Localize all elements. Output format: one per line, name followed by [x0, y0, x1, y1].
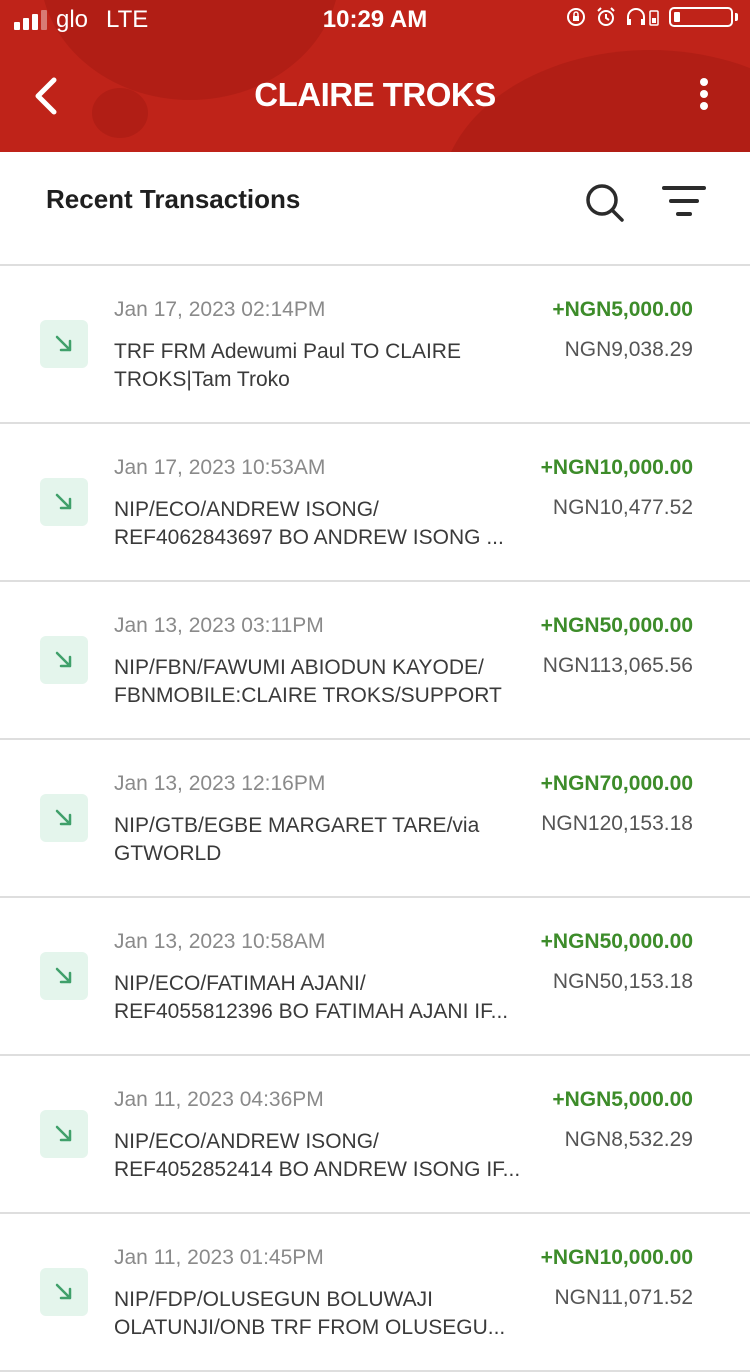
transaction-amount: +NGN10,000.00 — [540, 456, 693, 479]
transaction-row[interactable]: Jan 11, 2023 04:36PM NIP/ECO/ANDREW ISON… — [0, 1056, 750, 1214]
transaction-description: NIP/FBN/FAWUMI ABIODUN KAYODE/ FBNMOBILE… — [114, 656, 502, 707]
battery-cap — [735, 13, 738, 21]
transaction-row[interactable]: Jan 13, 2023 12:16PM NIP/GTB/EGBE MARGAR… — [0, 740, 750, 898]
transaction-amount: +NGN70,000.00 — [540, 772, 693, 795]
transaction-balance: NGN113,065.56 — [542, 654, 693, 677]
credit-arrow-icon — [40, 1268, 88, 1316]
section-header: Recent Transactions — [0, 152, 750, 264]
transaction-row[interactable]: Jan 17, 2023 02:14PM TRF FRM Adewumi Pau… — [0, 266, 750, 424]
transaction-date: Jan 11, 2023 04:36PM — [114, 1088, 324, 1111]
more-options-button[interactable] — [694, 78, 714, 114]
filter-button[interactable] — [660, 182, 708, 222]
transaction-amount: +NGN10,000.00 — [540, 1246, 693, 1269]
alarm-icon — [597, 7, 615, 26]
transaction-row[interactable]: Jan 17, 2023 10:53AM NIP/ECO/ANDREW ISON… — [0, 424, 750, 582]
transaction-description: NIP/ECO/ANDREW ISONG/ REF4062843697 BO A… — [114, 498, 504, 549]
transaction-balance: NGN50,153.18 — [552, 970, 693, 993]
search-button[interactable] — [582, 180, 626, 224]
transaction-row[interactable]: Jan 13, 2023 03:11PM NIP/FBN/FAWUMI ABIO… — [0, 582, 750, 740]
transaction-balance: NGN120,153.18 — [541, 812, 693, 835]
transaction-date: Jan 13, 2023 12:16PM — [114, 772, 326, 795]
headphones-battery-icon — [627, 8, 659, 26]
transaction-balance: NGN8,532.29 — [564, 1128, 693, 1151]
filter-icon — [662, 186, 706, 216]
credit-arrow-icon — [40, 320, 88, 368]
credit-arrow-icon — [40, 478, 88, 526]
page-title: CLAIRE TROKS — [254, 76, 496, 113]
battery-icon — [669, 7, 733, 27]
transaction-list: Jan 17, 2023 02:14PM TRF FRM Adewumi Pau… — [0, 266, 750, 1372]
credit-arrow-icon — [40, 794, 88, 842]
transaction-amount: +NGN5,000.00 — [552, 1088, 693, 1111]
transaction-balance: NGN10,477.52 — [552, 496, 693, 519]
transaction-balance: NGN9,038.29 — [564, 338, 693, 361]
transaction-date: Jan 17, 2023 10:53AM — [114, 456, 326, 479]
search-icon — [586, 184, 624, 222]
credit-arrow-icon — [40, 636, 88, 684]
transaction-row[interactable]: Jan 11, 2023 01:45PM NIP/FDP/OLUSEGUN BO… — [0, 1214, 750, 1372]
app-header: glo LTE 10:29 AM CLAIRE TROKS — [0, 0, 750, 152]
transaction-description: NIP/ECO/FATIMAH AJANI/ REF4055812396 BO … — [114, 972, 509, 1023]
transaction-date: Jan 13, 2023 03:11PM — [114, 614, 324, 637]
transaction-date: Jan 13, 2023 10:58AM — [114, 930, 326, 953]
transaction-date: Jan 17, 2023 02:14PM — [114, 298, 326, 321]
transaction-date: Jan 11, 2023 01:45PM — [114, 1246, 324, 1269]
credit-arrow-icon — [40, 952, 88, 1000]
transaction-description: NIP/GTB/EGBE MARGARET TARE/via GTWORLD — [114, 814, 480, 865]
transaction-description: TRF FRM Adewumi Paul TO CLAIRE TROKS|Tam… — [114, 340, 461, 391]
rotation-lock-icon — [567, 8, 585, 26]
more-vertical-icon — [700, 78, 708, 86]
transaction-amount: +NGN50,000.00 — [540, 930, 693, 953]
credit-arrow-icon — [40, 1110, 88, 1158]
section-title: Recent Transactions — [46, 184, 301, 214]
status-icons — [565, 6, 738, 28]
transaction-amount: +NGN5,000.00 — [552, 298, 693, 321]
transaction-description: NIP/ECO/ANDREW ISONG/ REF4052852414 BO A… — [114, 1130, 521, 1181]
transaction-amount: +NGN50,000.00 — [540, 614, 693, 637]
transaction-row[interactable]: Jan 13, 2023 10:58AM NIP/ECO/FATIMAH AJA… — [0, 898, 750, 1056]
transaction-balance: NGN11,071.52 — [554, 1286, 693, 1309]
status-bar: glo LTE 10:29 AM — [0, 0, 750, 42]
